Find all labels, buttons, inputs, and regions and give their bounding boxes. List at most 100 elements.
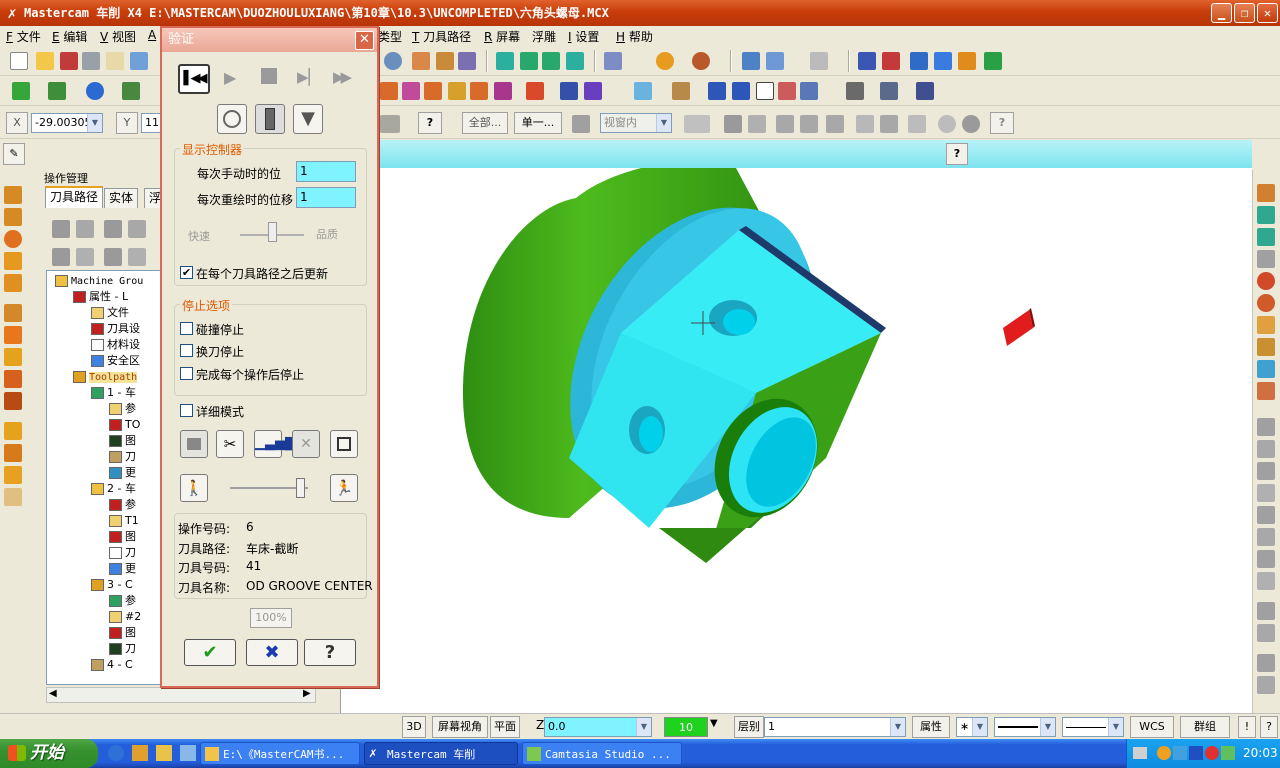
machine-icon[interactable] — [916, 82, 934, 100]
stop-each-op-checkbox[interactable] — [180, 367, 193, 380]
tree-item[interactable]: T1 — [109, 513, 139, 529]
transform-icon-d[interactable] — [448, 82, 466, 100]
lock2-icon[interactable] — [104, 248, 122, 266]
ribbon-help-icon[interactable]: ? — [946, 143, 968, 165]
tree-item[interactable]: 更 — [109, 561, 136, 577]
3d-toggle[interactable]: 3D — [402, 716, 426, 738]
zoom-icon[interactable] — [384, 52, 402, 70]
tree-item[interactable]: 安全区 — [91, 353, 140, 369]
tree-item[interactable]: 文件 — [91, 305, 129, 321]
wireframe-icon[interactable] — [4, 186, 22, 204]
rt-icon-7[interactable] — [1257, 316, 1275, 334]
rt-icon-16[interactable] — [1257, 528, 1275, 546]
triangle-icon[interactable] — [584, 82, 602, 100]
hand-icon[interactable] — [634, 82, 652, 100]
sigma-icon[interactable] — [958, 52, 976, 70]
tree-item[interactable]: 属性 - L — [73, 289, 128, 305]
export-icon[interactable] — [984, 52, 1002, 70]
slow-walk-icon[interactable]: 🚶 — [180, 474, 208, 502]
array-icon[interactable] — [560, 82, 578, 100]
tree-item[interactable]: 3 - C — [91, 577, 133, 593]
rt-icon-1[interactable] — [1257, 184, 1275, 202]
tree-item[interactable]: 2 - 车 — [91, 481, 136, 497]
arc-icon[interactable] — [86, 82, 104, 100]
view-iso-icon[interactable] — [566, 52, 584, 70]
tray-icon-1[interactable] — [1157, 746, 1171, 760]
tray-icon-3[interactable] — [1189, 746, 1203, 760]
surface-icon[interactable] — [846, 82, 864, 100]
view-cube-icon[interactable] — [604, 52, 622, 70]
task-explorer[interactable]: E:\《MasterCAM书... — [200, 742, 360, 765]
tree-item[interactable]: 参 — [109, 401, 136, 417]
arc-tool-icon[interactable] — [4, 230, 22, 248]
stop-button[interactable] — [261, 68, 277, 84]
pen-icon[interactable] — [766, 52, 784, 70]
speed-quality-slider[interactable] — [240, 220, 304, 246]
filter-button[interactable]: ▼ — [293, 104, 323, 134]
step-button[interactable]: ▶▏ — [297, 68, 320, 86]
scroll-left-icon[interactable]: ◀ — [49, 688, 57, 699]
tree-item[interactable]: TO — [109, 417, 140, 433]
menu-relief[interactable]: 浮雕 — [532, 28, 556, 45]
view-side-icon[interactable] — [542, 52, 560, 70]
point-icon[interactable] — [12, 82, 30, 100]
wrench-icon[interactable] — [810, 52, 828, 70]
rt-icon-8[interactable] — [1257, 338, 1275, 356]
menu-help[interactable]: H 帮助 — [616, 28, 653, 45]
edge-select-icon[interactable] — [800, 115, 818, 133]
tree-item[interactable]: Machine Grou — [55, 273, 143, 289]
eraser-icon[interactable] — [778, 82, 796, 100]
menu-view[interactable]: V 视图 — [100, 28, 136, 45]
body-select-icon[interactable] — [826, 115, 844, 133]
redraw-input[interactable]: 1 — [296, 187, 356, 208]
status-more-button[interactable]: ? — [1260, 716, 1278, 738]
tree-item[interactable]: 图 — [109, 529, 136, 545]
selection-mode-icon[interactable] — [572, 115, 590, 133]
menu-type[interactable]: 类型 — [378, 28, 402, 45]
verbose-checkbox[interactable] — [180, 404, 193, 417]
face-select-icon[interactable] — [776, 115, 794, 133]
flip-icon[interactable] — [4, 466, 22, 484]
box-icon[interactable] — [4, 304, 22, 322]
revolve-icon[interactable] — [4, 348, 22, 366]
select-single-button[interactable]: 单一... — [514, 112, 562, 134]
trim-icon[interactable] — [526, 82, 544, 100]
regen-dirty-icon[interactable] — [128, 220, 146, 238]
rt-icon-9[interactable] — [1257, 360, 1275, 378]
extrude-icon[interactable] — [4, 326, 22, 344]
rt-icon-21[interactable] — [1257, 654, 1275, 672]
level-button[interactable]: 层别 — [734, 716, 764, 738]
select-dirty-ops-icon[interactable] — [76, 220, 94, 238]
restore-button[interactable]: ❐ — [1234, 3, 1255, 23]
settings-icon[interactable] — [4, 488, 22, 506]
rt-icon-22[interactable] — [1257, 676, 1275, 694]
tree-item[interactable]: 更 — [109, 465, 136, 481]
tree-item[interactable]: 刀 — [109, 641, 136, 657]
line-icon[interactable] — [48, 82, 66, 100]
show-holder-button[interactable] — [255, 104, 285, 134]
vertex-select-icon[interactable] — [856, 115, 874, 133]
fast-run-icon[interactable]: 🏃 — [330, 474, 358, 502]
rt-icon-11[interactable] — [1257, 418, 1275, 436]
print-icon[interactable] — [82, 52, 100, 70]
tree-item[interactable]: 4 - C — [91, 657, 133, 673]
list-icon[interactable] — [732, 82, 750, 100]
help-button[interactable]: ? — [304, 639, 356, 666]
volume-icon[interactable] — [1221, 746, 1235, 760]
x-coord-input[interactable]: -29.00305 ▼ — [31, 113, 103, 133]
wcs-icon[interactable] — [910, 52, 928, 70]
scroll-right-icon[interactable]: ▶ — [303, 688, 311, 699]
z-depth-input[interactable]: 0.0 ▼ — [544, 717, 652, 737]
hatch-icon[interactable] — [800, 82, 818, 100]
step-input[interactable]: 1 — [296, 161, 356, 182]
table-icon[interactable] — [708, 82, 726, 100]
transform-icon-a[interactable] — [380, 82, 398, 100]
status-info-button[interactable]: ! — [1238, 716, 1256, 738]
tray-icon-4[interactable] — [1205, 746, 1219, 760]
transform-icon-f[interactable] — [494, 82, 512, 100]
layers-icon[interactable] — [4, 422, 22, 440]
y-coord-input[interactable]: 11. — [141, 113, 161, 133]
rt-icon-13[interactable] — [1257, 462, 1275, 480]
lock-icon[interactable] — [52, 248, 70, 266]
tree-item[interactable]: Toolpath — [73, 369, 138, 385]
